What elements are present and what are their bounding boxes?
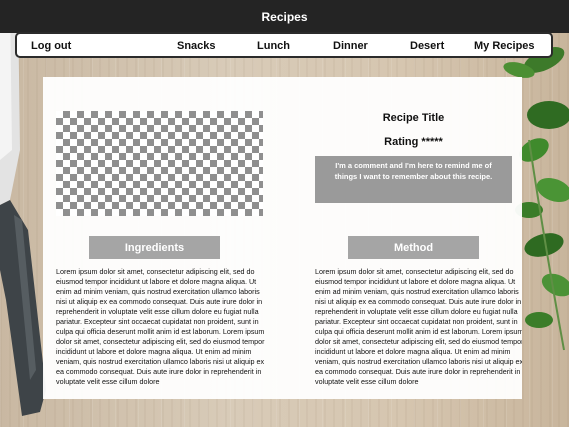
- method-heading: Method: [348, 236, 479, 259]
- ingredients-text: Lorem ipsum dolor sit amet, consectetur …: [56, 267, 265, 386]
- nav-item-desert[interactable]: Desert: [410, 40, 444, 52]
- app-title: Recipes: [261, 9, 308, 24]
- nav-item-my-recipes[interactable]: My Recipes: [474, 40, 535, 52]
- method-text: Lorem ipsum dolor sit amet, consectetur …: [315, 267, 522, 386]
- recipe-title: Recipe Title: [382, 112, 445, 124]
- nav-item-lunch[interactable]: Lunch: [257, 40, 290, 52]
- nav-item-snacks[interactable]: Snacks: [177, 40, 216, 52]
- nav-item-dinner[interactable]: Dinner: [333, 40, 368, 52]
- ingredients-heading: Ingredients: [89, 236, 220, 259]
- recipe-comment: I'm a comment and I'm here to remind me …: [315, 156, 512, 203]
- recipe-image-placeholder: [56, 111, 263, 216]
- recipe-card: Recipe Title Rating ***** I'm a comment …: [43, 77, 522, 399]
- nav-bar: Log out Snacks Lunch Dinner Desert My Re…: [15, 32, 553, 58]
- recipe-rating: Rating *****: [384, 136, 443, 148]
- logout-link[interactable]: Log out: [31, 40, 71, 52]
- title-bar: Recipes: [0, 0, 569, 33]
